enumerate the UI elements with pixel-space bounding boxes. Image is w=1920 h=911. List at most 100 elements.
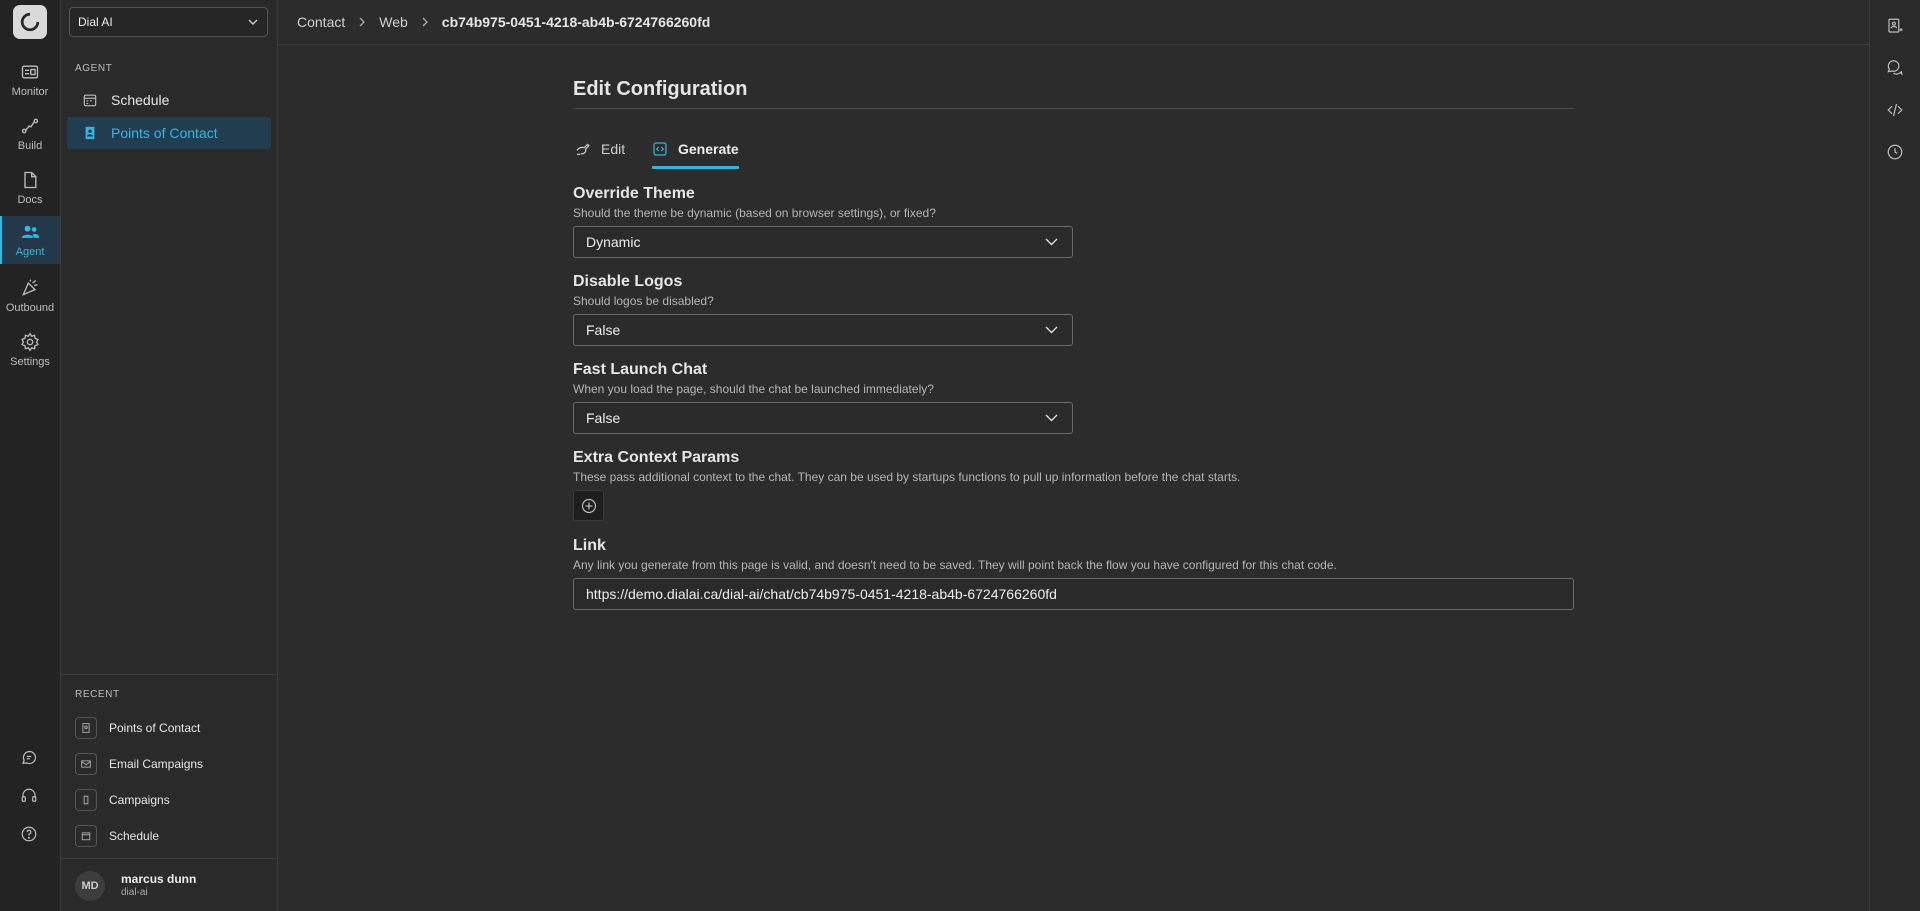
recent-item-schedule[interactable]: Schedule bbox=[75, 824, 159, 848]
rail-item-outbound[interactable]: Outbound bbox=[0, 272, 60, 322]
help-icon[interactable] bbox=[20, 825, 40, 845]
code-icon[interactable] bbox=[1886, 101, 1904, 119]
contact-icon bbox=[75, 717, 97, 739]
recent-item-label: Points of Contact bbox=[109, 721, 201, 735]
tab-generate[interactable]: Generate bbox=[652, 137, 739, 161]
chevron-right-icon bbox=[420, 17, 430, 27]
field-disable-logos: Disable Logos Should logos be disabled? … bbox=[573, 273, 1073, 346]
field-label: Override Theme bbox=[573, 185, 695, 202]
sidebar: Dial AI AGENT Schedule Points of Contact… bbox=[61, 0, 278, 911]
contact-card-icon[interactable] bbox=[1886, 17, 1904, 35]
monitor-icon bbox=[21, 65, 39, 79]
rail-item-monitor[interactable]: Monitor bbox=[0, 56, 60, 106]
section-title-recent: RECENT bbox=[75, 689, 120, 700]
chevron-down-icon bbox=[1045, 326, 1058, 334]
campaign-icon bbox=[75, 789, 97, 811]
avatar: MD bbox=[75, 871, 105, 901]
rail-label: Settings bbox=[10, 356, 50, 368]
rail-label: Build bbox=[17, 140, 43, 152]
docs-icon bbox=[24, 171, 37, 189]
headset-icon[interactable] bbox=[20, 787, 40, 807]
user-name: marcus dunn bbox=[121, 872, 197, 886]
sidebar-item-label: Points of Contact bbox=[111, 125, 218, 141]
recent-item-label: Email Campaigns bbox=[109, 757, 204, 771]
rail-label: Agent bbox=[15, 246, 45, 258]
app-logo[interactable] bbox=[13, 5, 47, 39]
logo-icon bbox=[20, 12, 40, 32]
section-title-agent: AGENT bbox=[75, 63, 113, 74]
field-link: Link Any link you generate from this pag… bbox=[573, 537, 1574, 610]
mail-icon bbox=[75, 753, 97, 775]
field-label: Fast Launch Chat bbox=[573, 361, 708, 378]
recent-item-campaigns[interactable]: Campaigns bbox=[75, 788, 170, 812]
breadcrumb: Contact Web cb74b975-0451-4218-ab4b-6724… bbox=[278, 0, 1869, 45]
right-rail bbox=[1869, 0, 1920, 911]
recent-item-label: Campaigns bbox=[109, 793, 170, 807]
breadcrumb-current: cb74b975-0451-4218-ab4b-6724766260fd bbox=[441, 14, 711, 30]
rail-item-build[interactable]: Build bbox=[0, 110, 60, 160]
left-rail: Monitor Build Docs Agent Outbound Settin… bbox=[0, 0, 61, 911]
calendar-icon bbox=[83, 94, 97, 107]
field-help: Should the theme be dynamic (based on br… bbox=[573, 206, 936, 220]
field-help: These pass additional context to the cha… bbox=[573, 470, 1241, 484]
recent-item-points-of-contact[interactable]: Points of Contact bbox=[75, 716, 200, 740]
rail-label: Outbound bbox=[5, 302, 55, 314]
contact-icon bbox=[85, 126, 95, 140]
field-label: Extra Context Params bbox=[573, 449, 740, 466]
plus-circle-icon bbox=[581, 498, 596, 513]
breadcrumb-contact[interactable]: Contact bbox=[297, 14, 345, 30]
clock-icon[interactable] bbox=[1886, 143, 1904, 161]
select-value: Dynamic bbox=[586, 234, 641, 250]
sidebar-item-label: Schedule bbox=[111, 92, 170, 108]
field-label: Disable Logos bbox=[573, 273, 683, 290]
tab-edit[interactable]: Edit bbox=[575, 137, 625, 161]
breadcrumb-web[interactable]: Web bbox=[379, 14, 408, 30]
user-org: dial-ai bbox=[121, 887, 148, 898]
page-title: Edit Configuration bbox=[573, 78, 748, 100]
chat-icon[interactable] bbox=[20, 749, 40, 769]
sidebar-item-points-of-contact[interactable]: Points of Contact bbox=[67, 117, 271, 149]
org-select[interactable]: Dial AI bbox=[69, 7, 268, 37]
calendar-icon bbox=[75, 825, 97, 847]
chevron-down-icon bbox=[1045, 238, 1058, 246]
edit-icon bbox=[576, 143, 590, 155]
agent-icon bbox=[21, 225, 40, 238]
add-param-button[interactable] bbox=[573, 490, 604, 521]
main-content: Edit Configuration Edit Generate Overrid… bbox=[573, 78, 1574, 610]
tab-bar: Edit Generate bbox=[573, 109, 1574, 161]
rail-label: Monitor bbox=[11, 86, 49, 98]
field-label: Link bbox=[573, 537, 606, 554]
org-select-value: Dial AI bbox=[78, 15, 113, 29]
field-extra-context-params: Extra Context Params These pass addition… bbox=[573, 449, 1241, 521]
link-input[interactable] bbox=[573, 578, 1574, 610]
active-tab-indicator bbox=[652, 166, 739, 169]
recent-item-label: Schedule bbox=[109, 829, 160, 843]
rail-item-settings[interactable]: Settings bbox=[0, 326, 60, 376]
rail-label: Docs bbox=[17, 194, 43, 206]
chat-bubbles-icon[interactable] bbox=[1886, 59, 1904, 77]
rail-item-docs[interactable]: Docs bbox=[0, 164, 60, 214]
field-help: Any link you generate from this page is … bbox=[573, 558, 1337, 572]
field-help: When you load the page, should the chat … bbox=[573, 382, 934, 396]
build-icon bbox=[21, 118, 39, 134]
code-icon bbox=[653, 142, 667, 156]
sidebar-item-schedule[interactable]: Schedule bbox=[67, 84, 271, 116]
tab-label: Edit bbox=[601, 141, 626, 157]
disable-logos-select[interactable]: False bbox=[573, 314, 1073, 346]
divider bbox=[61, 674, 278, 675]
field-help: Should logos be disabled? bbox=[573, 294, 714, 308]
recent-item-email-campaigns[interactable]: Email Campaigns bbox=[75, 752, 203, 776]
user-profile[interactable]: MD marcus dunn dial-ai bbox=[61, 859, 278, 911]
chevron-down-icon bbox=[248, 19, 258, 25]
gear-icon bbox=[21, 332, 39, 352]
field-fast-launch-chat: Fast Launch Chat When you load the page,… bbox=[573, 361, 1073, 434]
field-override-theme: Override Theme Should the theme be dynam… bbox=[573, 185, 1073, 258]
fast-launch-chat-select[interactable]: False bbox=[573, 402, 1073, 434]
outbound-icon bbox=[22, 279, 38, 296]
select-value: False bbox=[586, 322, 621, 338]
override-theme-select[interactable]: Dynamic bbox=[573, 226, 1073, 258]
chevron-right-icon bbox=[357, 17, 367, 27]
select-value: False bbox=[586, 410, 621, 426]
rail-item-agent[interactable]: Agent bbox=[0, 216, 60, 264]
tab-label: Generate bbox=[678, 141, 739, 157]
